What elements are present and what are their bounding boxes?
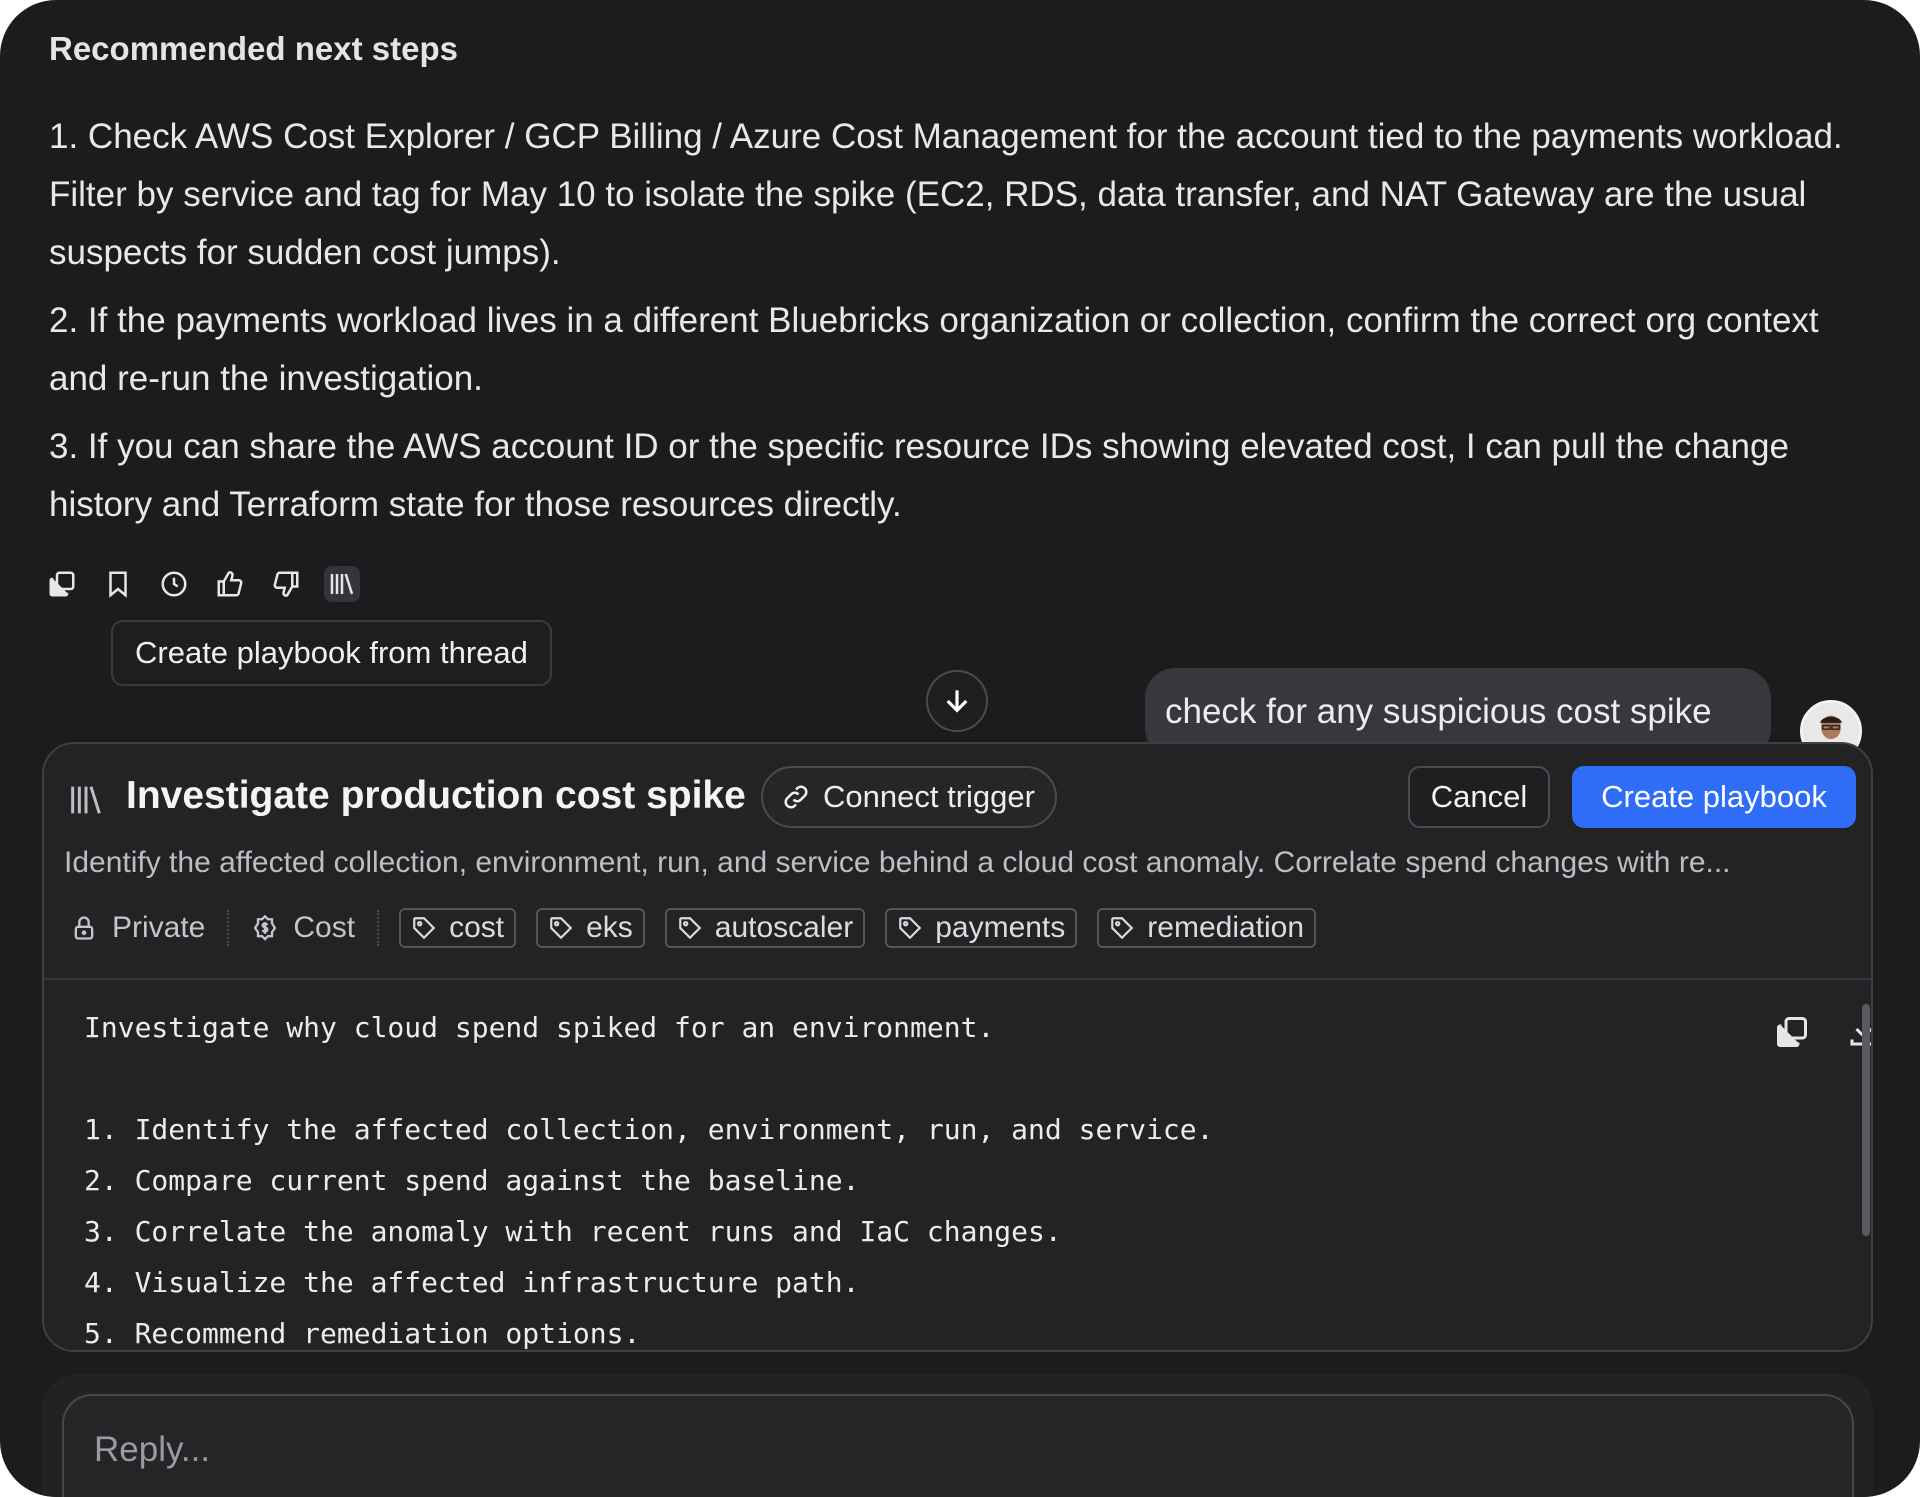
create-playbook-button[interactable]: Create playbook <box>1572 766 1856 828</box>
tag-chip[interactable]: remediation <box>1097 908 1317 948</box>
history-button[interactable] <box>156 566 192 602</box>
tag-label: payments <box>935 911 1066 944</box>
playbook-meta: Private Cost cost eks autoscaler payment… <box>64 906 1317 950</box>
step-item: 3. If you can share the AWS account ID o… <box>49 427 1789 524</box>
lock-icon <box>74 916 94 940</box>
tag-chip[interactable]: cost <box>399 908 517 948</box>
playbook-icon <box>71 786 101 814</box>
step-item: 2. If the payments workload lives in a d… <box>49 301 1819 398</box>
thumbs-down-icon <box>273 571 299 597</box>
tag-label: autoscaler <box>714 911 854 944</box>
tag-chip[interactable]: payments <box>885 908 1078 948</box>
playbook-content[interactable]: Investigate why cloud spend spiked for a… <box>84 1002 1784 1350</box>
tag-icon <box>550 917 573 940</box>
connect-trigger-button[interactable]: Connect trigger <box>761 766 1057 828</box>
clock-icon <box>161 571 187 597</box>
bookmark-button[interactable] <box>100 566 136 602</box>
playbook-panel: Investigate production cost spike Connec… <box>42 742 1873 1352</box>
copy-icon <box>49 571 75 597</box>
code-line: 3. Correlate the anomaly with recent run… <box>84 1215 1062 1248</box>
dollar-icon <box>254 914 277 941</box>
reply-box <box>62 1394 1854 1497</box>
playbook-title[interactable]: Investigate production cost spike <box>126 774 746 818</box>
thumbs-up-icon <box>217 571 243 597</box>
thumbs-up-button[interactable] <box>212 566 248 602</box>
tag-icon <box>899 917 922 940</box>
arrow-down-icon <box>946 690 968 713</box>
code-line: Investigate why cloud spend spiked for a… <box>84 1011 995 1044</box>
tag-icon <box>413 917 436 940</box>
link-icon <box>784 785 808 809</box>
tag-label: remediation <box>1147 911 1305 944</box>
category-label: Cost <box>293 911 356 944</box>
code-line: 4. Visualize the affected infrastructure… <box>84 1266 860 1299</box>
visibility-label: Private <box>112 911 206 944</box>
chat-window: Recommended next steps 1. Check AWS Cost… <box>0 0 1920 1497</box>
playbook-icon <box>330 573 354 595</box>
step-item: 1. Check AWS Cost Explorer / GCP Billing… <box>49 117 1843 272</box>
bookmark-icon <box>109 571 127 598</box>
tag-label: cost <box>449 911 505 944</box>
cancel-button[interactable]: Cancel <box>1408 766 1550 828</box>
tag-label: eks <box>586 911 633 944</box>
message-actions <box>44 566 360 602</box>
tooltip: Create playbook from thread <box>111 620 552 686</box>
connect-trigger-label: Connect trigger <box>823 779 1035 814</box>
copy-button[interactable] <box>44 566 80 602</box>
divider <box>227 910 230 946</box>
content-tools <box>1774 1014 1871 1050</box>
divider <box>377 910 380 946</box>
playbook-header: Investigate production cost spike Connec… <box>44 744 1871 980</box>
code-line: 1. Identify the affected collection, env… <box>84 1113 1214 1146</box>
tag-chip[interactable]: autoscaler <box>664 908 866 948</box>
code-line: 5. Recommend remediation options. <box>84 1317 641 1350</box>
copy-icon[interactable] <box>1774 1014 1810 1050</box>
tag-chip[interactable]: eks <box>536 908 645 948</box>
category-selector[interactable]: Cost <box>245 911 361 945</box>
code-line: 2. Compare current spend against the bas… <box>84 1164 860 1197</box>
scrollbar[interactable] <box>1862 1004 1870 1236</box>
visibility-selector[interactable]: Private <box>64 911 211 945</box>
scroll-to-bottom-button[interactable] <box>926 670 988 732</box>
thumbs-down-button[interactable] <box>268 566 304 602</box>
reply-input[interactable] <box>94 1430 1794 1470</box>
tag-list: cost eks autoscaler payments remediation <box>399 908 1317 948</box>
steps-list: 1. Check AWS Cost Explorer / GCP Billing… <box>49 108 1849 544</box>
tag-icon <box>1111 917 1134 940</box>
tag-icon <box>678 917 702 940</box>
section-title: Recommended next steps <box>49 30 458 67</box>
playbook-description[interactable]: Identify the affected collection, enviro… <box>64 846 1854 880</box>
create-playbook-from-thread-button[interactable] <box>324 566 360 602</box>
